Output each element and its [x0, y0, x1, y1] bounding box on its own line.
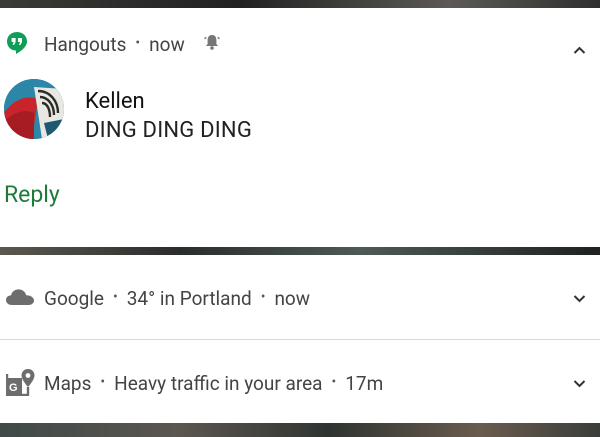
maps-traffic-summary: Heavy traffic in your area — [114, 371, 323, 395]
sender-name: Kellen — [85, 89, 145, 114]
alert-bell-icon — [204, 35, 220, 50]
google-time: now — [274, 286, 311, 310]
expand-chevron-down-icon[interactable] — [573, 292, 586, 305]
svg-text:G: G — [9, 382, 18, 394]
separator-dot: • — [260, 289, 266, 305]
wallpaper-gap — [0, 247, 600, 255]
maps-time: 17m — [345, 371, 384, 395]
separator-dot: • — [135, 35, 141, 51]
wallpaper-bottom — [0, 423, 600, 437]
hangouts-app-name: Hangouts — [44, 32, 127, 56]
hangouts-time: now — [149, 32, 185, 56]
wallpaper-top — [0, 0, 600, 8]
maps-app-name: Maps — [44, 371, 92, 395]
message-text: DING DING DING — [85, 118, 253, 143]
collapse-chevron-up-icon[interactable] — [573, 44, 586, 57]
separator-dot: • — [112, 289, 118, 305]
google-app-name: Google — [44, 286, 104, 310]
separator-dot: • — [331, 374, 337, 390]
google-weather-summary: 34° in Portland — [126, 286, 252, 310]
expand-chevron-down-icon[interactable] — [573, 377, 586, 390]
avatar — [4, 79, 64, 139]
hangouts-icon — [7, 32, 27, 54]
reply-button[interactable]: Reply — [4, 181, 60, 208]
separator-dot: • — [100, 374, 106, 390]
